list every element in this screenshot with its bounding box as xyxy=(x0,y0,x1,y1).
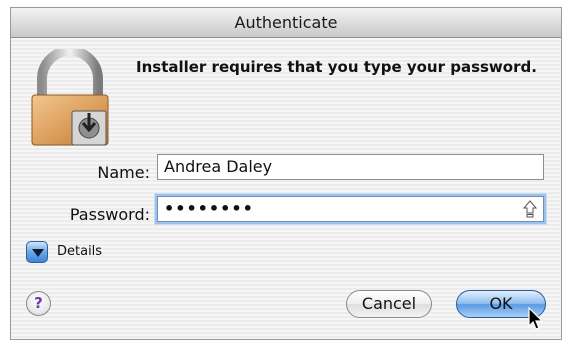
name-field[interactable]: Andrea Daley xyxy=(157,154,544,180)
details-label[interactable]: Details xyxy=(57,244,102,259)
details-disclosure-button[interactable] xyxy=(26,241,48,263)
window-title: Authenticate xyxy=(234,13,338,32)
title-bar: Authenticate xyxy=(11,8,561,38)
name-label: Name: xyxy=(97,163,150,182)
mouse-pointer-icon xyxy=(528,307,544,330)
password-label: Password: xyxy=(69,205,150,224)
password-field[interactable]: •••••••• xyxy=(157,196,544,222)
padlock-icon xyxy=(31,49,109,146)
password-value: •••••••• xyxy=(164,199,254,218)
cancel-button[interactable]: Cancel xyxy=(346,290,432,318)
disclosure-triangle-icon xyxy=(32,249,44,257)
auth-message: Installer requires that you type your pa… xyxy=(136,58,537,76)
help-button[interactable]: ? xyxy=(26,291,51,316)
caps-lock-icon xyxy=(523,200,537,218)
